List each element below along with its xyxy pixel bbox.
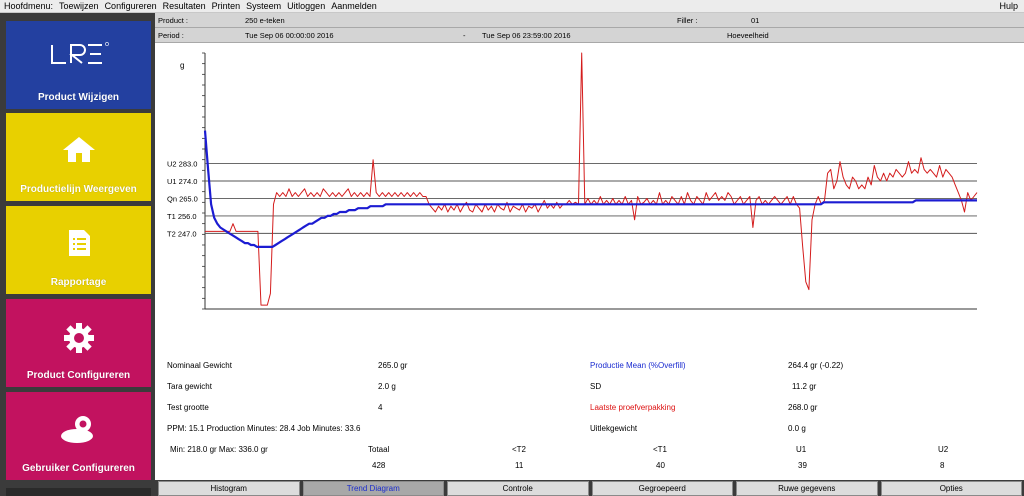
sidebar: Product Wijzigen Productielijn Weergeven…	[0, 13, 155, 496]
period-row: Period : Tue Sep 06 00:00:00 2016 - Tue …	[155, 28, 1024, 43]
y-axis-label: g	[180, 61, 184, 70]
user-configure-button[interactable]: Gebruiker Configureren	[6, 392, 151, 480]
lre-logo	[6, 37, 151, 71]
sample-label: Test grootte	[167, 403, 209, 412]
stats-panel: Nominaal Gewicht 265.0 gr Tara gewicht 2…	[155, 345, 1024, 479]
menu-assign[interactable]: Toewijzen	[56, 1, 102, 11]
running-mean-series	[203, 130, 977, 248]
reference-label: U1 274.0	[167, 177, 197, 186]
user-gear-icon	[6, 414, 151, 444]
output-label: Uitlekgewicht	[590, 424, 638, 433]
quantity-label: Hoeveelheid	[727, 31, 769, 40]
nominal-value: 265.0 gr	[378, 361, 408, 370]
menu-main: Hoofdmenu:	[4, 1, 54, 11]
tab-histogram[interactable]: Histogram	[158, 481, 300, 496]
product-label: Product :	[158, 16, 189, 25]
tab-bar: Histogram Trend Diagram Controle Gegroep…	[155, 480, 1024, 496]
mean-value: 264.4 gr (-0.22)	[788, 361, 844, 370]
tab-grouped[interactable]: Gegroepeerd	[591, 481, 733, 496]
product-row: Product : 250 e-teken Filler : 01	[155, 13, 1024, 28]
output-value: 0.0 g	[788, 424, 806, 433]
sample-weight-series	[205, 52, 978, 306]
menu-bar: Hoofdmenu: Toewijzen Configureren Result…	[0, 0, 1024, 13]
productline-view-button[interactable]: Productielijn Weergeven	[6, 113, 151, 201]
tile-label: Rapportage	[50, 277, 107, 288]
tab-options[interactable]: Opties	[880, 481, 1022, 496]
reference-label: U2 283.0	[167, 160, 197, 169]
period-label: Period :	[158, 31, 184, 40]
ppm-text: PPM: 15.1 Production Minutes: 28.4 Job M…	[167, 424, 361, 433]
count-value-u1: 39	[798, 461, 807, 470]
count-header-t1: <T1	[653, 445, 668, 454]
count-header-t2: <T2	[512, 445, 527, 454]
reporting-button[interactable]: Rapportage	[6, 206, 151, 294]
nominal-label: Nominaal Gewicht	[167, 361, 232, 370]
tab-trend-diagram[interactable]: Trend Diagram	[302, 481, 444, 496]
product-change-button[interactable]: Product Wijzigen	[6, 21, 151, 109]
tare-label: Tara gewicht	[167, 382, 212, 391]
sd-value: 11.2 gr	[792, 382, 817, 391]
menu-login[interactable]: Aanmelden	[328, 1, 380, 11]
tile-label: Gebruiker Configureren	[22, 463, 135, 474]
last-sample-value: 268.0 gr	[788, 403, 818, 412]
trend-chart: g U2 283.0 U1 274.0 Qn 265.0 T1 256.0 T2 247.…	[167, 52, 978, 310]
filler-label: Filler :	[677, 16, 698, 25]
count-header-total: Totaal	[368, 445, 390, 454]
period-separator: -	[463, 31, 466, 40]
tab-control[interactable]: Controle	[447, 481, 589, 496]
period-start: Tue Sep 06 00:00:00 2016	[245, 31, 334, 40]
menu-logout[interactable]: Uitloggen	[284, 1, 328, 11]
tile-label: Product Wijzigen	[37, 92, 120, 103]
menu-help[interactable]: Hulp	[996, 1, 1024, 11]
sidebar-next-tile	[6, 488, 151, 496]
sample-value: 4	[378, 403, 383, 412]
product-configure-button[interactable]: Product Configureren	[6, 299, 151, 387]
reference-label: T1 256.0	[167, 212, 197, 221]
count-header-u2: U2	[938, 445, 949, 454]
sd-label: SD	[590, 382, 602, 391]
document-icon	[6, 228, 151, 258]
tare-value: 2.0 g	[378, 382, 396, 391]
product-value: 250 e-teken	[245, 16, 285, 25]
period-end: Tue Sep 06 23:59:00 2016	[482, 31, 571, 40]
tab-raw-data[interactable]: Ruwe gegevens	[736, 481, 878, 496]
minmax-text: Min: 218.0 gr Max: 336.0 gr	[170, 445, 268, 454]
count-value-t2: 11	[515, 461, 524, 470]
reference-label: Qn 265.0	[167, 194, 198, 203]
menu-configure[interactable]: Configureren	[102, 1, 160, 11]
home-icon	[6, 135, 151, 163]
count-header-u1: U1	[796, 445, 807, 454]
count-value-t1: 40	[656, 461, 665, 470]
reference-label: T2 247.0	[167, 229, 197, 238]
mean-label: Productie Mean (%Overfill)	[590, 361, 686, 370]
gear-icon	[6, 321, 151, 355]
menu-system[interactable]: Systeem	[243, 1, 284, 11]
count-value-u2: 8	[940, 461, 945, 470]
count-value-total: 428	[372, 461, 386, 470]
main-panel: Product : 250 e-teken Filler : 01 Period…	[155, 13, 1024, 496]
tile-label: Product Configureren	[26, 370, 131, 381]
menu-print[interactable]: Printen	[209, 1, 244, 11]
menu-results[interactable]: Resultaten	[160, 1, 209, 11]
tile-label: Productielijn Weergeven	[20, 184, 137, 195]
filler-value: 01	[751, 16, 760, 25]
last-sample-label: Laatste proefverpakking	[590, 403, 676, 412]
